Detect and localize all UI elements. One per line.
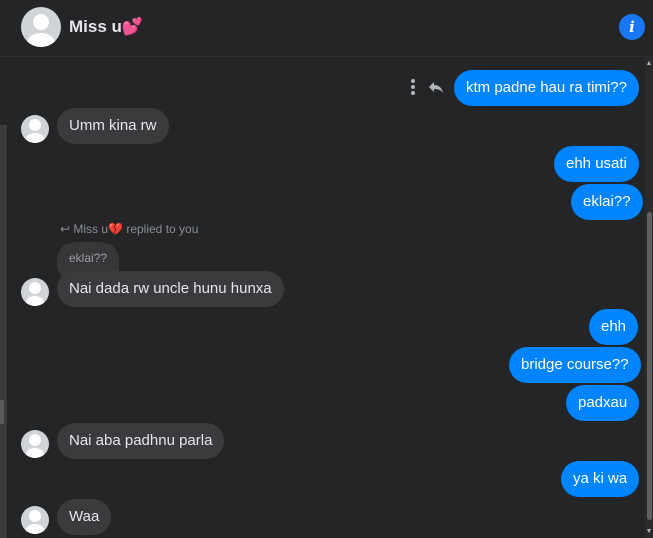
sender-avatar[interactable] (21, 278, 49, 306)
message-bubble-outgoing[interactable]: bridge course?? (509, 347, 641, 383)
message-bubble-incoming[interactable]: Waa (57, 499, 112, 535)
message-bubble-outgoing[interactable]: padxau (566, 385, 640, 421)
contact-name[interactable]: Miss u💕 (69, 17, 143, 37)
message-bubble-outgoing[interactable]: ehh (589, 309, 639, 345)
sender-avatar[interactable] (21, 430, 49, 458)
chat-header: Miss u💕 i (0, 0, 653, 57)
sender-avatar[interactable] (21, 506, 49, 534)
contact-avatar[interactable] (21, 7, 61, 47)
reply-arrow-icon: ↩ (60, 222, 74, 236)
message-list: ktm padne hau ra timi?? Umm kina rw ehh … (0, 57, 645, 538)
message-bubble-outgoing[interactable]: ktm padne hau ra timi?? (454, 70, 639, 106)
info-icon[interactable]: i (619, 14, 645, 40)
message-bubble-outgoing[interactable]: ya ki wa (561, 461, 640, 497)
scrollbar-thumb[interactable] (647, 212, 652, 520)
reply-icon[interactable] (427, 78, 445, 96)
message-bubble-incoming[interactable]: Nai aba padhnu parla (57, 423, 225, 459)
scroll-up-icon[interactable]: ▲ (645, 60, 653, 68)
message-bubble-outgoing[interactable]: ehh usati (554, 146, 639, 182)
reply-indicator: ↩ Miss u💔 replied to you (60, 222, 199, 236)
message-bubble-incoming[interactable]: Umm kina rw (57, 108, 169, 144)
more-vertical-icon[interactable] (409, 78, 417, 96)
message-bubble-incoming[interactable]: Nai dada rw uncle hunu hunxa (57, 271, 284, 307)
sender-avatar[interactable] (21, 115, 49, 143)
scroll-down-icon[interactable]: ▼ (645, 528, 653, 536)
message-bubble-outgoing[interactable]: eklai?? (571, 184, 643, 220)
